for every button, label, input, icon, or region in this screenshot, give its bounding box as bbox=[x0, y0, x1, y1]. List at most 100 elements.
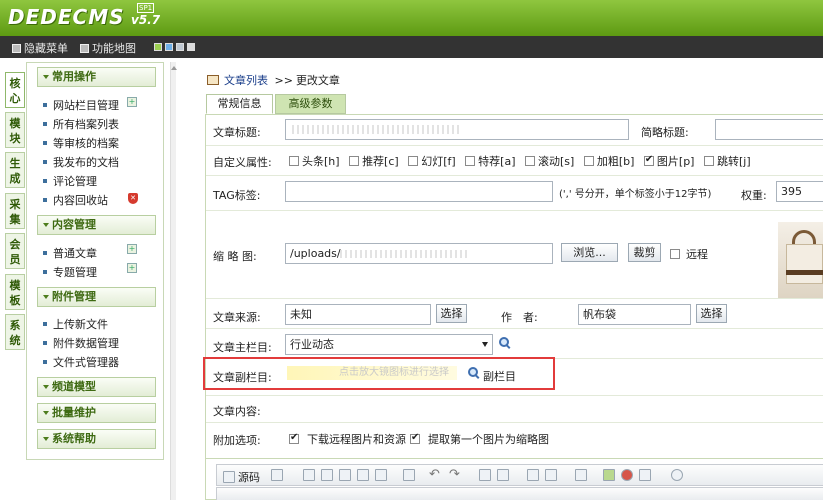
tab-advanced-params[interactable]: 高级参数 bbox=[275, 94, 346, 114]
select-all-icon[interactable] bbox=[527, 469, 539, 481]
vtab-core[interactable]: 核心 bbox=[5, 72, 25, 108]
preview-icon[interactable] bbox=[271, 469, 283, 481]
checkbox-checked[interactable] bbox=[643, 154, 654, 166]
checkbox[interactable] bbox=[465, 156, 476, 166]
flag-special[interactable]: 特荐[a] bbox=[465, 155, 516, 168]
checkbox[interactable] bbox=[289, 156, 299, 166]
menu-group-content[interactable]: 内容管理 bbox=[37, 215, 156, 235]
add-icon[interactable]: + bbox=[127, 97, 137, 107]
vtab-module[interactable]: 模块 bbox=[5, 112, 25, 148]
flag-picture[interactable]: 图片[p] bbox=[643, 154, 694, 168]
menu-item-normal-article[interactable]: 普通文章 bbox=[43, 245, 97, 261]
checkbox[interactable] bbox=[525, 156, 535, 166]
search-icon[interactable] bbox=[499, 337, 510, 348]
add-icon[interactable]: + bbox=[127, 244, 137, 254]
checkbox[interactable] bbox=[408, 156, 419, 166]
flag-recommend[interactable]: 推荐[c] bbox=[349, 155, 399, 168]
checkbox[interactable] bbox=[703, 156, 714, 166]
menu-item-recycle-bin[interactable]: 内容回收站 bbox=[43, 192, 108, 208]
crop-button[interactable]: 裁剪 bbox=[628, 243, 661, 262]
menu-group-batch[interactable]: 批量维护 bbox=[37, 403, 156, 423]
menu-group-common[interactable]: 常用操作 bbox=[37, 67, 156, 87]
menu-item-pending-archives[interactable]: 等审核的档案 bbox=[43, 135, 119, 151]
vtab-member[interactable]: 会员 bbox=[5, 233, 25, 269]
option-download-remote[interactable]: 下载远程图片和资源 bbox=[289, 431, 406, 447]
collapse-arrow-icon[interactable] bbox=[171, 66, 177, 70]
edition-badge: SP1 bbox=[137, 3, 155, 13]
collapse-icon bbox=[43, 385, 49, 389]
menu-group-help[interactable]: 系统帮助 bbox=[37, 429, 156, 449]
menu-item-comments[interactable]: 评论管理 bbox=[43, 173, 97, 189]
paste-text-icon[interactable] bbox=[357, 469, 369, 481]
checkbox-checked[interactable] bbox=[410, 432, 420, 444]
theme-blue-swatch[interactable] bbox=[165, 43, 173, 51]
hide-menu-button[interactable]: 隐藏菜单 bbox=[12, 40, 68, 56]
vtab-template[interactable]: 模板 bbox=[5, 274, 25, 310]
paste-word-icon[interactable] bbox=[375, 469, 387, 481]
cut-icon[interactable] bbox=[303, 469, 315, 481]
menu-group-channel-models[interactable]: 频道模型 bbox=[37, 377, 156, 397]
menu-item-topics[interactable]: 专题管理 bbox=[43, 264, 97, 280]
tab-normal-info[interactable]: 常规信息 bbox=[206, 94, 273, 114]
menu-item-my-documents[interactable]: 我发布的文档 bbox=[43, 154, 119, 170]
flag-headline[interactable]: 头条[h] bbox=[289, 155, 340, 168]
source-select-button[interactable]: 选择 bbox=[436, 304, 467, 323]
checkbox[interactable] bbox=[583, 156, 594, 166]
site-map-button[interactable]: 功能地图 bbox=[80, 40, 136, 56]
source-input[interactable]: 未知 bbox=[285, 304, 431, 325]
editor-toolbar-row-1: 源码 ↶ ↷ bbox=[216, 464, 823, 486]
checkbox[interactable] bbox=[670, 249, 680, 259]
menu-item-column-manage[interactable]: 网站栏目管理 bbox=[43, 97, 119, 113]
author-input[interactable]: 帆布袋 bbox=[578, 304, 691, 325]
breadcrumb-current: 更改文章 bbox=[295, 74, 340, 87]
short-title-label: 简略标题: bbox=[641, 126, 689, 139]
theme-green-swatch[interactable] bbox=[154, 43, 162, 51]
copy-icon[interactable] bbox=[321, 469, 333, 481]
vtab-collect[interactable]: 采集 bbox=[5, 193, 25, 229]
browse-button[interactable]: 浏览... bbox=[561, 243, 618, 262]
flag-jump[interactable]: 跳转[j] bbox=[703, 155, 751, 168]
image-icon[interactable] bbox=[603, 469, 615, 481]
find-icon[interactable] bbox=[479, 469, 491, 481]
menu-item-all-archives[interactable]: 所有档案列表 bbox=[43, 116, 119, 132]
vtab-generate[interactable]: 生成 bbox=[5, 152, 25, 188]
checkbox[interactable] bbox=[349, 156, 360, 166]
undo-icon[interactable]: ↶ bbox=[429, 467, 440, 482]
spellcheck-icon[interactable] bbox=[575, 469, 587, 481]
panel-splitter[interactable] bbox=[170, 62, 176, 500]
theme-silver-swatch[interactable] bbox=[187, 43, 195, 51]
flags-group: 头条[h] 推荐[c] 幻灯[f] 特荐[a] 滚动[s] 加粗[b] 图片[p… bbox=[289, 153, 757, 169]
author-select-button[interactable]: 选择 bbox=[696, 304, 727, 323]
tag-input[interactable] bbox=[285, 181, 553, 202]
replace-icon[interactable] bbox=[497, 469, 509, 481]
checkbox-checked[interactable] bbox=[289, 432, 299, 444]
option-first-image-thumb[interactable]: 提取第一个图片为缩略图 bbox=[410, 431, 549, 447]
shield-icon[interactable]: ✕ bbox=[128, 193, 138, 204]
bullet-icon bbox=[43, 341, 47, 345]
main-category-select[interactable]: 行业动态 bbox=[285, 334, 493, 355]
short-title-input[interactable] bbox=[715, 119, 823, 140]
flag-bold[interactable]: 加粗[b] bbox=[583, 155, 634, 168]
menu-item-attachment-data[interactable]: 附件数据管理 bbox=[43, 335, 119, 351]
author-label: 作 者: bbox=[501, 311, 538, 324]
remove-format-icon[interactable] bbox=[545, 469, 557, 481]
flash-icon[interactable] bbox=[621, 469, 633, 481]
menu-item-upload-file[interactable]: 上传新文件 bbox=[43, 316, 108, 332]
source-code-button[interactable]: 源码 bbox=[223, 469, 260, 485]
row-divider bbox=[206, 395, 823, 396]
redo-icon[interactable]: ↷ bbox=[449, 467, 460, 482]
media-icon[interactable] bbox=[639, 469, 651, 481]
flag-slide[interactable]: 幻灯[f] bbox=[408, 155, 456, 168]
vtab-system[interactable]: 系统 bbox=[5, 314, 25, 350]
flag-scroll[interactable]: 滚动[s] bbox=[525, 155, 574, 168]
settings-icon[interactable] bbox=[671, 469, 683, 481]
paste-icon[interactable] bbox=[339, 469, 351, 481]
weight-input[interactable]: 395 bbox=[776, 181, 823, 202]
print-icon[interactable] bbox=[403, 469, 415, 481]
menu-item-file-manager[interactable]: 文件式管理器 bbox=[43, 354, 119, 370]
theme-gray-swatch[interactable] bbox=[176, 43, 184, 51]
menu-group-attachments[interactable]: 附件管理 bbox=[37, 287, 156, 307]
breadcrumb-article-list[interactable]: 文章列表 bbox=[224, 74, 268, 87]
remote-option[interactable]: 远程 bbox=[670, 246, 708, 262]
add-icon[interactable]: + bbox=[127, 263, 137, 273]
